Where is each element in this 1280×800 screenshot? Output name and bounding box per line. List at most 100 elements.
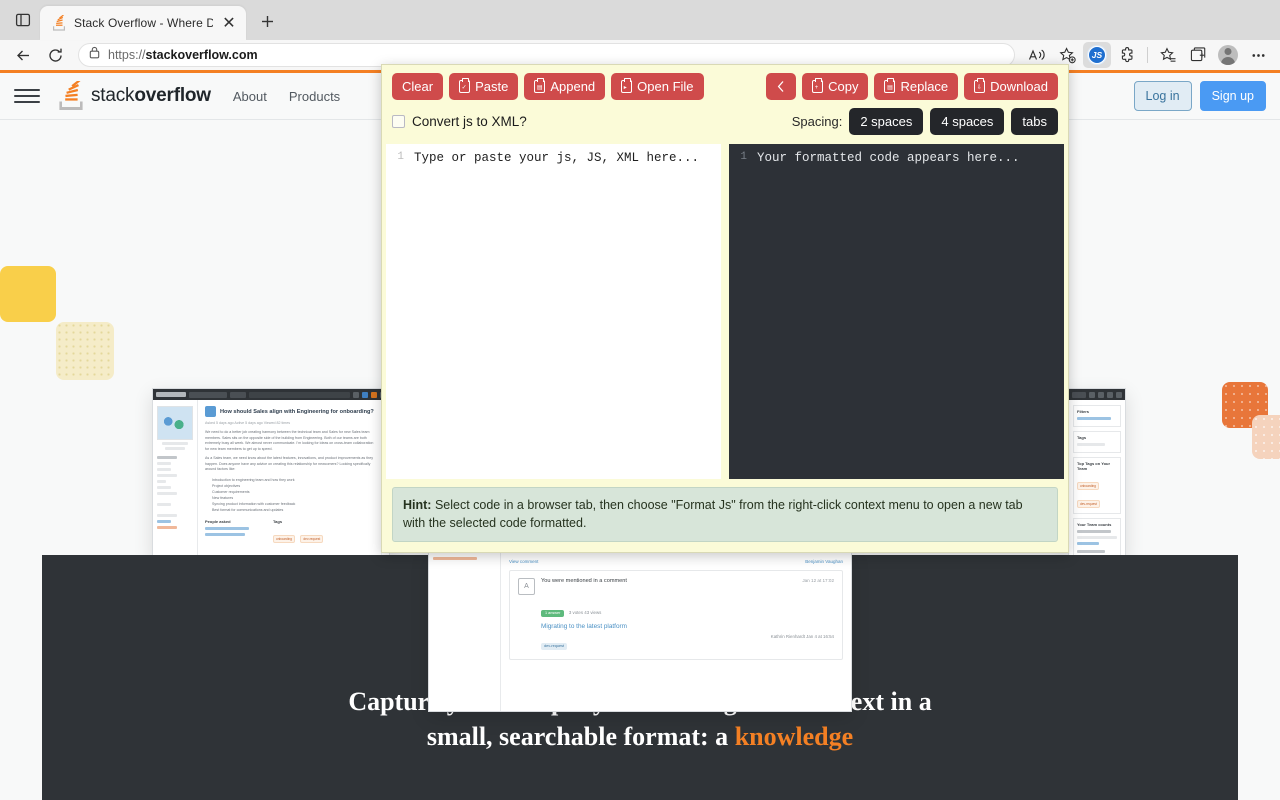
lock-icon bbox=[89, 46, 100, 64]
close-icon[interactable]: ✕ bbox=[220, 14, 238, 32]
auth-buttons: Log in Sign up bbox=[1133, 80, 1266, 112]
copy-label: Copy bbox=[828, 79, 859, 94]
replace-label: Replace bbox=[900, 79, 949, 94]
screenshot-counts-label: Your Team counts bbox=[1077, 522, 1112, 527]
formatter-options-row: Convert js to XML? Spacing: 2 spaces 4 s… bbox=[382, 100, 1068, 144]
back-icon[interactable] bbox=[8, 42, 38, 68]
nav-item-about[interactable]: About bbox=[233, 89, 267, 104]
screenshot-filters-label: Filters bbox=[1077, 409, 1090, 414]
screenshot-paragraph-2: As a Sales team, we need know about the … bbox=[205, 456, 374, 472]
append-button[interactable]: ▤ Append bbox=[524, 73, 606, 100]
tab-strip: Stack Overflow - Where Develo ✕ bbox=[0, 0, 1280, 40]
open-file-icon: ▸ bbox=[621, 78, 633, 93]
output-gutter: 1 bbox=[740, 151, 747, 163]
screenshot-post-tag: dev-request bbox=[541, 642, 568, 650]
extensions-puzzle-icon[interactable] bbox=[1113, 42, 1141, 68]
browser-tab[interactable]: Stack Overflow - Where Develo ✕ bbox=[40, 6, 246, 40]
split-screen-icon[interactable] bbox=[1184, 42, 1212, 68]
browser-window: Stack Overflow - Where Develo ✕ bbox=[0, 0, 1280, 800]
copy-button[interactable]: + Copy bbox=[802, 73, 869, 100]
screenshot-tags-label: Tags bbox=[1077, 435, 1087, 440]
source-editor[interactable]: 1 Type or paste your js, JS, XML here... bbox=[386, 144, 721, 479]
screenshot-tag: dev-request bbox=[1077, 500, 1100, 508]
screenshot-post-stats: 3 votes 43 views bbox=[568, 610, 602, 615]
convert-js-to-xml-label: Convert js to XML? bbox=[412, 114, 527, 129]
decor-square-yellow bbox=[0, 266, 56, 322]
clipboard-copy-icon: + bbox=[812, 78, 824, 93]
hint-prefix: Hint: bbox=[403, 497, 432, 512]
chevron-left-icon bbox=[777, 81, 784, 92]
screenshot-question-title: How should Sales align with Engineering … bbox=[220, 408, 374, 415]
open-file-label: Open File bbox=[637, 79, 694, 94]
hint-banner: Hint: Select code in a browser tab, then… bbox=[392, 486, 1058, 542]
paste-button[interactable]: ✓ Paste bbox=[449, 73, 519, 100]
screenshot-tag: dev-request bbox=[300, 534, 324, 543]
team-avatar bbox=[157, 406, 193, 440]
settings-more-icon[interactable] bbox=[1244, 42, 1272, 68]
screenshot-notification-time: Jan 12 at 17:02 bbox=[802, 578, 834, 583]
download-label: Download bbox=[990, 79, 1048, 94]
tab-actions-icon[interactable] bbox=[6, 3, 40, 37]
screenshot-paragraph-1: We need to do a better job creating harm… bbox=[205, 430, 374, 451]
hint-text: Select code in a browser tab, then choos… bbox=[403, 497, 1023, 531]
back-chevron-button[interactable] bbox=[766, 73, 797, 100]
menu-icon[interactable] bbox=[14, 89, 40, 103]
decor-square-peach-dotted bbox=[1252, 415, 1280, 459]
site-nav: About Products bbox=[233, 89, 340, 104]
collections-icon[interactable] bbox=[1154, 42, 1182, 68]
paste-label: Paste bbox=[475, 79, 509, 94]
screenshot-sidebar bbox=[153, 400, 198, 559]
screenshot-notification-card: A You were mentioned in a comment Jan 12… bbox=[509, 570, 843, 660]
replace-button[interactable]: ▤ Replace bbox=[874, 73, 959, 100]
reload-icon[interactable] bbox=[40, 42, 70, 68]
screenshot-post-footer: Kathrin Rienhardt Jan 4 at 16:54 bbox=[770, 634, 834, 639]
product-screenshot-right: Filters Tags Top Tags on Your Team onboa… bbox=[1068, 388, 1126, 560]
screenshot-question-meta: Asked 5 days ago Active 5 days ago Viewe… bbox=[205, 421, 291, 425]
decor-square-cream-dotted bbox=[56, 322, 114, 380]
screenshot-view-comment-link: View comment bbox=[509, 559, 539, 564]
screenshot-tag: onboarding bbox=[273, 534, 295, 543]
new-tab-button[interactable] bbox=[252, 6, 282, 36]
mention-avatar-icon: A bbox=[518, 578, 535, 595]
screenshot-topbar bbox=[1069, 389, 1125, 400]
convert-js-to-xml-toggle[interactable]: Convert js to XML? bbox=[392, 114, 527, 129]
editor-panes: 1 Type or paste your js, JS, XML here...… bbox=[382, 144, 1068, 479]
screenshot-toptags-label: Top Tags on Your Team bbox=[1077, 461, 1111, 471]
append-label: Append bbox=[550, 79, 596, 94]
spacing-2-spaces-button[interactable]: 2 spaces bbox=[849, 108, 924, 135]
download-icon: ⇩ bbox=[974, 78, 986, 93]
js-formatter-extension-icon[interactable]: JS bbox=[1083, 42, 1111, 68]
spacing-4-spaces-button[interactable]: 4 spaces bbox=[930, 108, 1005, 135]
url-text: https://stackoverflow.com bbox=[108, 48, 258, 62]
login-button[interactable]: Log in bbox=[1133, 80, 1192, 112]
avatar bbox=[1218, 45, 1238, 65]
js-badge: JS bbox=[1088, 46, 1106, 64]
spacing-tabs-button[interactable]: tabs bbox=[1011, 108, 1058, 135]
tab-title: Stack Overflow - Where Develo bbox=[74, 16, 213, 30]
output-actions-group: + Copy ▤ Replace ⇩ Download bbox=[766, 73, 1058, 100]
clipboard-append-icon: ▤ bbox=[534, 78, 546, 93]
checkbox-icon[interactable] bbox=[392, 115, 405, 128]
clear-button[interactable]: Clear bbox=[392, 73, 444, 100]
clipboard-replace-icon: ▤ bbox=[884, 78, 896, 93]
teams-headline-line2: small, searchable format: a knowledge bbox=[426, 722, 854, 752]
spacing-options: Spacing: 2 spaces 4 spaces tabs bbox=[792, 108, 1058, 135]
output-placeholder: Your formatted code appears here... bbox=[757, 151, 1020, 165]
screenshot-notification-title: You were mentioned in a comment bbox=[541, 578, 627, 584]
nav-item-products[interactable]: Products bbox=[289, 89, 340, 104]
site-logo[interactable]: stackoverflow bbox=[58, 79, 211, 111]
screenshot-question: How should Sales align with Engineering … bbox=[198, 400, 381, 559]
formatter-toolbar: Clear ✓ Paste ▤ Append ▸ Open File + Cop… bbox=[382, 65, 1068, 100]
open-file-button[interactable]: ▸ Open File bbox=[611, 73, 704, 100]
screenshot-tag: onboarding bbox=[1077, 482, 1099, 490]
profile-avatar-icon[interactable] bbox=[1214, 42, 1242, 68]
download-button[interactable]: ⇩ Download bbox=[964, 73, 1058, 100]
output-editor[interactable]: 1 Your formatted code appears here... bbox=[729, 144, 1064, 479]
screenshot-people-label: People asked bbox=[205, 518, 231, 524]
signup-button[interactable]: Sign up bbox=[1199, 80, 1266, 112]
source-gutter: 1 bbox=[397, 151, 404, 163]
question-avatar-icon bbox=[205, 406, 216, 417]
clear-label: Clear bbox=[402, 79, 434, 94]
screenshot-tags-label: Tags bbox=[273, 518, 283, 524]
clipboard-paste-icon: ✓ bbox=[459, 78, 471, 93]
